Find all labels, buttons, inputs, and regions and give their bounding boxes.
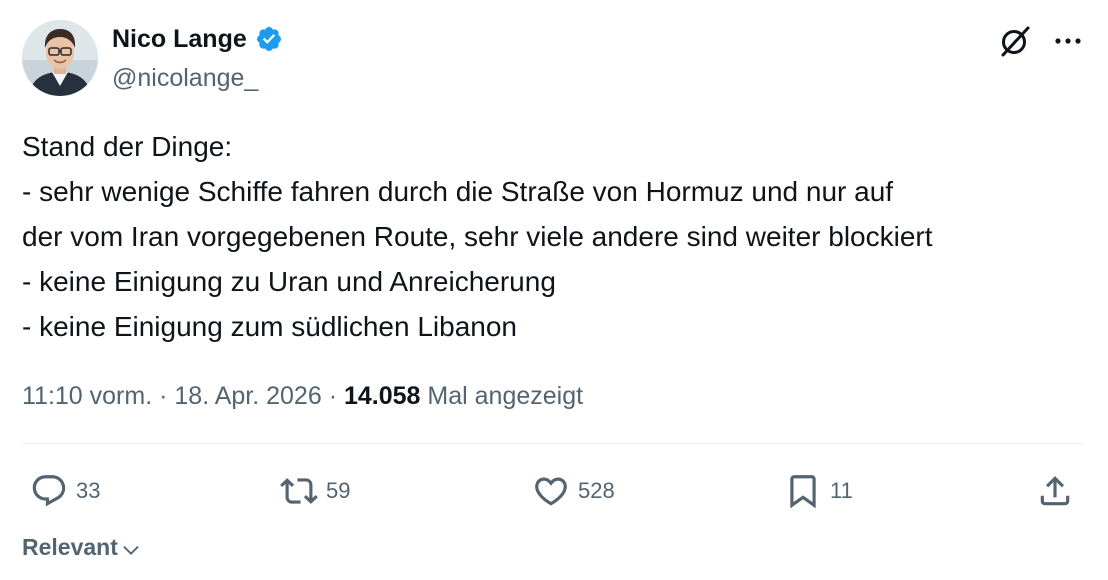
tweet-text: Stand der Dinge: - sehr wenige Schiffe f… [22,124,1092,349]
tweet-line: - keine Einigung zum südlichen Libanon [22,311,517,342]
reply-count: 33 [76,478,101,503]
repost-icon [280,478,318,504]
share-button[interactable] [1036,470,1074,512]
bookmark-count: 11 [830,478,853,503]
reply-button[interactable]: 33 [30,470,100,512]
like-icon [535,477,567,506]
tweet-line: der vom Iran vorgegebenen Route, sehr vi… [22,221,933,252]
sort-label: Relevant [22,534,118,560]
sort-dropdown[interactable]: Relevant [22,534,142,561]
tweet-date[interactable]: 18. Apr. 2026 [174,382,321,410]
like-button[interactable]: 528 [532,470,615,512]
author-name[interactable]: Nico Lange [112,22,247,56]
meta-separator: · [328,382,338,410]
bookmark-icon [790,475,816,509]
repost-button[interactable]: 59 [280,470,350,512]
avatar[interactable] [22,20,98,96]
views-count[interactable]: 14.058 [344,382,420,410]
avatar-photo [22,20,98,96]
views-label[interactable]: Mal angezeigt [427,382,583,410]
bookmark-button[interactable]: 11 [784,470,853,512]
author-handle[interactable]: @nicolange_ [112,62,258,94]
tweet-line: - sehr wenige Schiffe fahren durch die S… [22,176,894,207]
meta-separator: · [159,382,168,410]
chevron-down-icon [123,545,139,555]
tweet-time[interactable]: 11:10 vorm. [22,382,152,410]
verified-badge-icon[interactable] [255,25,283,53]
tweet-meta: 11:10 vorm. · 18. Apr. 2026 · 14.058 Mal… [22,378,583,414]
repost-count: 59 [326,478,351,503]
share-icon [1040,476,1070,506]
author-name-row[interactable]: Nico Lange [112,22,283,56]
reply-icon [32,475,66,507]
more-icon[interactable] [1052,28,1084,54]
grok-icon[interactable] [998,24,1032,58]
tweet-line: Stand der Dinge: [22,131,233,162]
like-count: 528 [578,478,615,503]
divider [22,443,1084,444]
tweet-line: - keine Einigung zu Uran und Anreicherun… [22,266,556,297]
